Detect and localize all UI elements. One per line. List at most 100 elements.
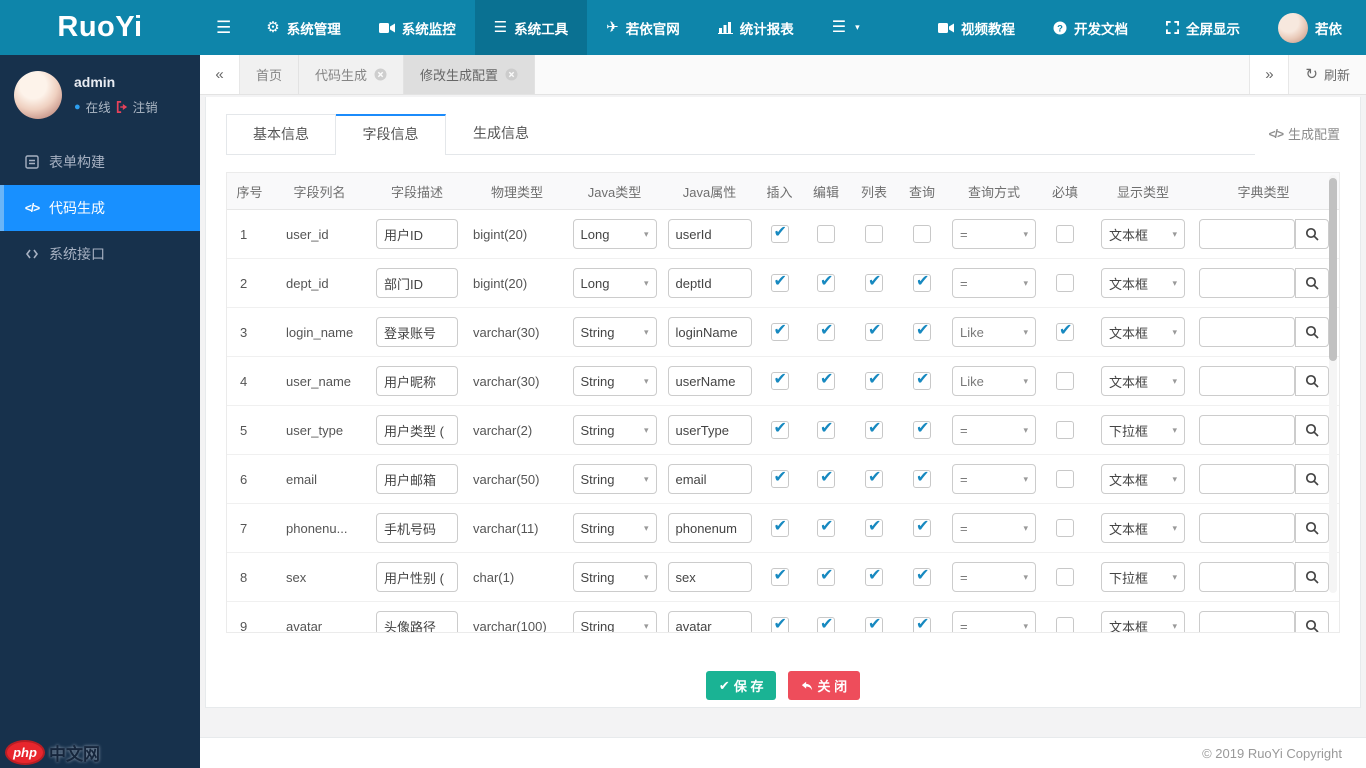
dict-search-button[interactable] bbox=[1294, 611, 1329, 632]
list-checkbox[interactable] bbox=[865, 320, 883, 341]
query-checkbox[interactable] bbox=[913, 271, 931, 292]
menu-dropdown-button[interactable]: ☰ ▾ bbox=[813, 0, 879, 55]
query-checkbox[interactable] bbox=[913, 516, 931, 537]
list-checkbox[interactable] bbox=[865, 418, 883, 439]
scroll-tabs-left-button[interactable]: « bbox=[200, 55, 240, 94]
query-mode-select[interactable]: = ▾ bbox=[952, 611, 1036, 632]
menu-item-dev-docs[interactable]: ? 开发文档 bbox=[1034, 0, 1147, 55]
display-type-select[interactable]: 文本框 ▾ bbox=[1101, 366, 1185, 396]
query-checkbox[interactable] bbox=[913, 225, 931, 243]
dict-type-input[interactable] bbox=[1198, 513, 1295, 543]
tab-gen-info[interactable]: 生成信息 bbox=[446, 114, 556, 154]
edit-checkbox[interactable] bbox=[817, 467, 835, 488]
edit-checkbox[interactable] bbox=[817, 369, 835, 390]
tab-field-info[interactable]: 字段信息 bbox=[336, 114, 446, 155]
query-checkbox[interactable] bbox=[913, 614, 931, 632]
query-mode-select[interactable]: = ▾ bbox=[952, 562, 1036, 592]
list-checkbox[interactable] bbox=[865, 225, 883, 243]
java-type-select[interactable]: String ▾ bbox=[572, 415, 657, 445]
insert-checkbox[interactable] bbox=[770, 369, 789, 390]
query-checkbox[interactable] bbox=[913, 369, 931, 390]
dict-search-button[interactable] bbox=[1294, 317, 1329, 347]
java-type-select[interactable]: String ▾ bbox=[572, 611, 657, 632]
close-icon[interactable] bbox=[374, 68, 387, 81]
required-checkbox[interactable] bbox=[1056, 568, 1074, 586]
dict-type-input[interactable] bbox=[1198, 268, 1295, 298]
sidebar-item-system-api[interactable]: 系统接口 bbox=[0, 231, 200, 277]
display-type-select[interactable]: 文本框 ▾ bbox=[1101, 219, 1185, 249]
dict-type-input[interactable] bbox=[1198, 219, 1295, 249]
display-type-select[interactable]: 下拉框 ▾ bbox=[1101, 562, 1185, 592]
sidebar-item-code-generator[interactable]: </> 代码生成 bbox=[0, 185, 200, 231]
java-attr-input[interactable] bbox=[667, 366, 752, 396]
dict-search-button[interactable] bbox=[1294, 464, 1329, 494]
description-input[interactable] bbox=[376, 317, 458, 347]
menu-item-video-tutorial[interactable]: 视频教程 bbox=[919, 0, 1034, 55]
edit-checkbox[interactable] bbox=[817, 614, 835, 632]
query-checkbox[interactable] bbox=[913, 418, 931, 439]
display-type-select[interactable]: 文本框 ▾ bbox=[1101, 317, 1185, 347]
avatar[interactable] bbox=[14, 71, 62, 119]
java-attr-input[interactable] bbox=[667, 219, 752, 249]
insert-checkbox[interactable] bbox=[770, 418, 789, 439]
close-icon[interactable] bbox=[505, 68, 518, 81]
save-button[interactable]: ✔ 保 存 bbox=[705, 671, 777, 700]
display-type-select[interactable]: 文本框 ▾ bbox=[1101, 464, 1185, 494]
description-input[interactable] bbox=[376, 562, 458, 592]
page-tab-edit-gen-config[interactable]: 修改生成配置 bbox=[404, 55, 536, 94]
logout-link[interactable]: 注销 bbox=[133, 97, 158, 116]
java-type-select[interactable]: String ▾ bbox=[572, 464, 657, 494]
required-checkbox[interactable] bbox=[1056, 519, 1074, 537]
java-type-select[interactable]: String ▾ bbox=[572, 513, 657, 543]
query-mode-select[interactable]: = ▾ bbox=[952, 268, 1036, 298]
app-logo[interactable]: RuoYi bbox=[0, 0, 200, 55]
description-input[interactable] bbox=[376, 219, 458, 249]
dict-type-input[interactable] bbox=[1198, 611, 1295, 632]
java-attr-input[interactable] bbox=[667, 415, 752, 445]
menu-item-official-site[interactable]: ✈ 若依官网 bbox=[587, 0, 699, 55]
dict-search-button[interactable] bbox=[1294, 268, 1329, 298]
description-input[interactable] bbox=[376, 366, 458, 396]
query-mode-select[interactable]: Like ▾ bbox=[952, 317, 1036, 347]
dict-search-button[interactable] bbox=[1294, 366, 1329, 396]
query-checkbox[interactable] bbox=[913, 320, 931, 341]
dict-search-button[interactable] bbox=[1294, 219, 1329, 249]
description-input[interactable] bbox=[376, 611, 458, 632]
gen-config-link[interactable]: </> 生成配置 bbox=[1269, 114, 1340, 143]
insert-checkbox[interactable] bbox=[770, 271, 789, 292]
list-checkbox[interactable] bbox=[865, 565, 883, 586]
edit-checkbox[interactable] bbox=[817, 271, 835, 292]
java-type-select[interactable]: Long ▾ bbox=[572, 268, 657, 298]
insert-checkbox[interactable] bbox=[770, 614, 789, 632]
menu-item-fullscreen[interactable]: 全屏显示 bbox=[1147, 0, 1259, 55]
edit-checkbox[interactable] bbox=[817, 225, 835, 243]
query-mode-select[interactable]: = ▾ bbox=[952, 513, 1036, 543]
java-attr-input[interactable] bbox=[667, 268, 752, 298]
dict-search-button[interactable] bbox=[1294, 562, 1329, 592]
required-checkbox[interactable] bbox=[1056, 617, 1074, 632]
description-input[interactable] bbox=[376, 268, 458, 298]
required-checkbox[interactable] bbox=[1056, 225, 1074, 243]
java-type-select[interactable]: String ▾ bbox=[572, 366, 657, 396]
edit-checkbox[interactable] bbox=[817, 418, 835, 439]
required-checkbox[interactable] bbox=[1056, 470, 1074, 488]
java-attr-input[interactable] bbox=[667, 611, 752, 632]
insert-checkbox[interactable] bbox=[770, 516, 789, 537]
list-checkbox[interactable] bbox=[865, 467, 883, 488]
java-type-select[interactable]: String ▾ bbox=[572, 562, 657, 592]
required-checkbox[interactable] bbox=[1056, 421, 1074, 439]
close-button[interactable]: 关 闭 bbox=[788, 671, 861, 700]
page-tab-code-generator[interactable]: 代码生成 bbox=[299, 55, 405, 94]
query-mode-select[interactable]: = ▾ bbox=[952, 464, 1036, 494]
query-mode-select[interactable]: Like ▾ bbox=[952, 366, 1036, 396]
java-attr-input[interactable] bbox=[667, 317, 752, 347]
edit-checkbox[interactable] bbox=[817, 320, 835, 341]
query-mode-select[interactable]: = ▾ bbox=[952, 415, 1036, 445]
tab-basic-info[interactable]: 基本信息 bbox=[226, 114, 336, 154]
java-attr-input[interactable] bbox=[667, 562, 752, 592]
sidebar-toggle-button[interactable]: ☰ bbox=[200, 0, 247, 55]
description-input[interactable] bbox=[376, 513, 458, 543]
dict-type-input[interactable] bbox=[1198, 317, 1295, 347]
dict-search-button[interactable] bbox=[1294, 415, 1329, 445]
query-mode-select[interactable]: = ▾ bbox=[952, 219, 1036, 249]
